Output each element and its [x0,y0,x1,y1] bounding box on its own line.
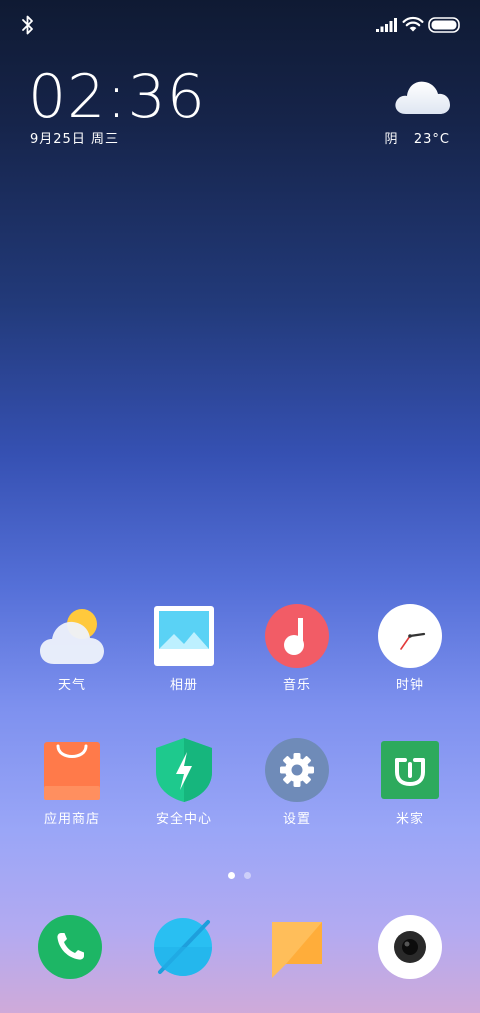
clock-icon [378,604,442,668]
app-store-icon [44,742,100,800]
app-store[interactable]: 应用商店 [16,738,128,838]
phone-icon[interactable] [37,914,103,980]
app-settings[interactable]: 设置 [241,738,353,838]
weather-temperature: 23°C [413,132,450,147]
app-label: 米家 [395,812,424,827]
battery-icon [428,17,460,33]
wifi-icon [402,16,424,32]
music-icon [265,604,329,668]
app-label: 时钟 [395,678,424,693]
weather-condition: 阴 [384,132,399,147]
mijia-icon [381,741,439,799]
camera-icon[interactable] [377,914,443,980]
app-label: 音乐 [282,678,311,693]
security-icon [156,738,212,802]
browser-icon[interactable] [150,914,216,980]
app-clock[interactable]: 时钟 [354,604,466,704]
clock-time[interactable]: 02:36 [28,62,206,132]
cloud-icon[interactable] [392,74,452,116]
app-label: 应用商店 [43,812,100,827]
app-label: 设置 [282,812,311,827]
gallery-icon [154,606,214,666]
page-indicator-1[interactable] [228,872,235,879]
app-label: 相册 [169,678,198,693]
bluetooth-icon [22,15,33,35]
app-label: 天气 [57,678,86,693]
messages-icon[interactable] [264,914,330,980]
clock-date: 9月25日 周三 [30,132,119,147]
app-label: 安全中心 [155,812,212,827]
app-weather[interactable]: 天气 [16,604,128,704]
app-gallery[interactable]: 相册 [128,604,240,704]
weather-icon [40,609,104,664]
signal-icon [376,18,397,32]
app-mijia[interactable]: 米家 [354,738,466,838]
weather-summary: 阴 23°C [384,128,450,147]
status-bar [0,0,480,50]
page-indicator-2[interactable] [244,872,251,879]
app-security[interactable]: 安全中心 [128,738,240,838]
app-music[interactable]: 音乐 [241,604,353,704]
settings-icon [265,738,329,802]
